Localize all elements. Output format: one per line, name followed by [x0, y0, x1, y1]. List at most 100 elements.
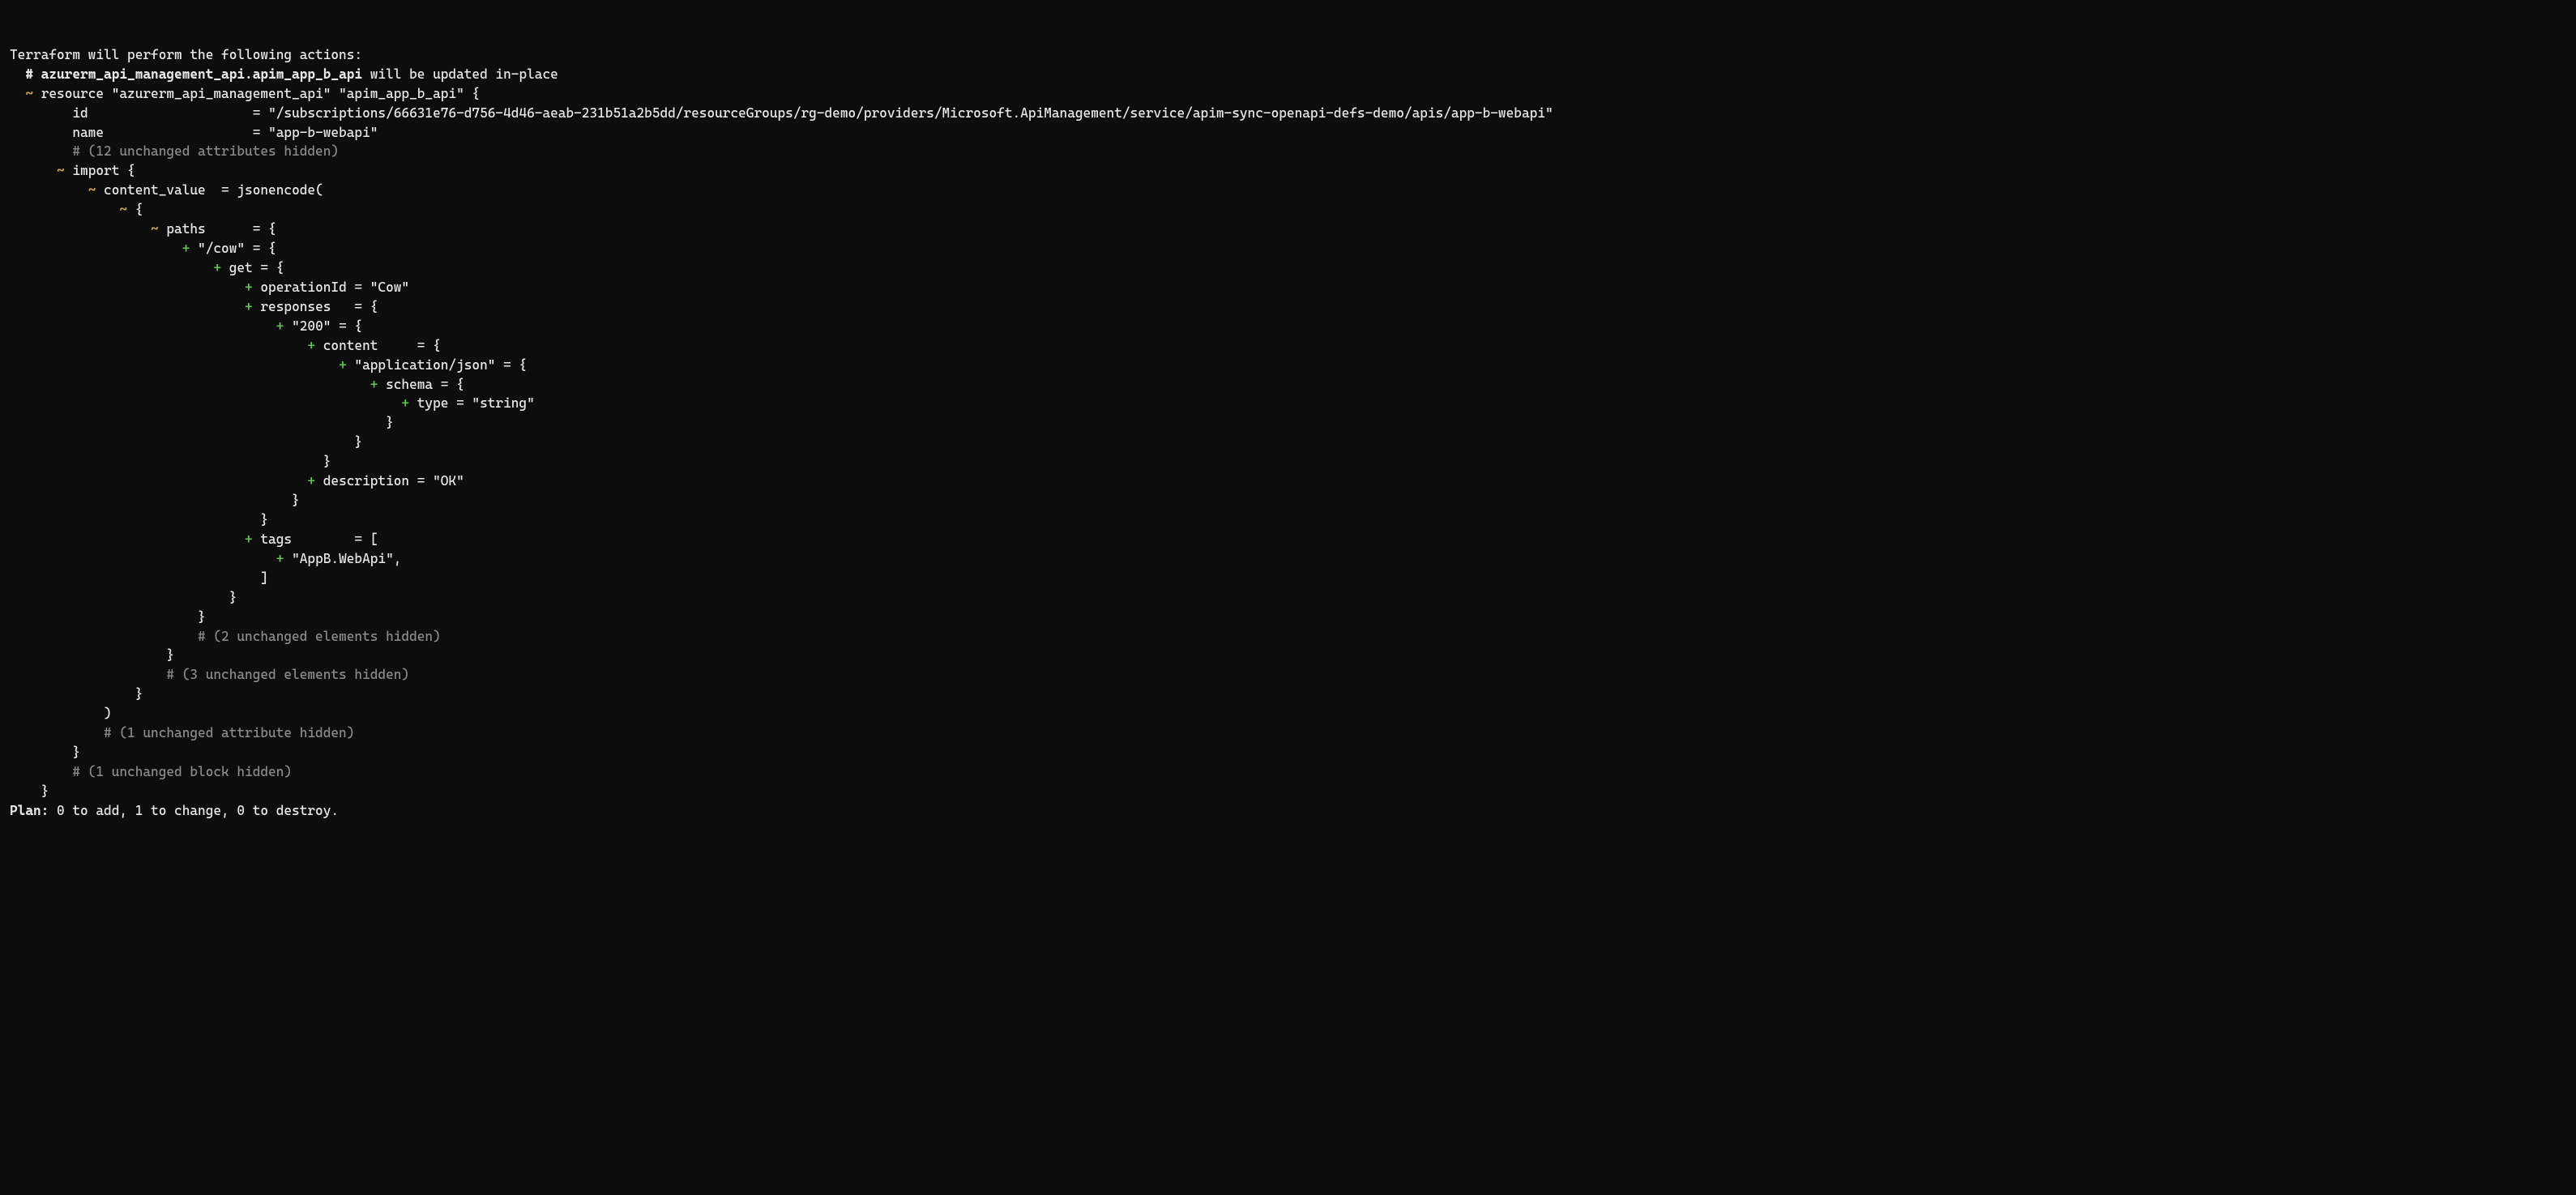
paths-key: paths = { — [166, 221, 276, 237]
name-line: name = "app-b-webapi" — [10, 123, 2566, 143]
brace-open-1: { — [135, 202, 143, 217]
close-paths: } — [166, 647, 174, 663]
elements2-line: # (2 unchanged elements hidden) — [10, 627, 2566, 647]
close-json-brace: } — [135, 686, 143, 702]
attr-1: # (1 unchanged attribute hidden) — [104, 725, 354, 740]
close-200-line: } — [10, 491, 2566, 510]
type-line: type = "string" — [417, 395, 535, 411]
resource-comment-line: # azurerm_api_management_api.apim_app_b_… — [10, 65, 2566, 84]
response-200: "200" = { — [292, 318, 362, 334]
type-line: + type = "string" — [10, 394, 2566, 413]
close-paren: ) — [104, 706, 112, 721]
block-1: # (1 unchanged block hidden) — [72, 764, 292, 779]
close-get: } — [229, 590, 237, 605]
responses-line: + responses = { — [10, 297, 2566, 317]
get-key: get = { — [229, 260, 284, 275]
id-val: "/subscriptions/66631e76-d756-4d46-aeab-… — [268, 105, 1553, 121]
block1-line: # (1 unchanged block hidden) — [10, 762, 2566, 782]
import-open: import { — [72, 163, 135, 178]
plus-type: + — [401, 395, 409, 411]
close-import: } — [72, 745, 80, 760]
close-cow-line: } — [10, 608, 2566, 627]
close-responses-line: } — [10, 510, 2566, 530]
plus-opid: + — [245, 280, 253, 295]
content-value-line: ~ content_value = jsonencode( — [10, 181, 2566, 200]
get-line: + get = { — [10, 258, 2566, 278]
app-json-key: "application/json" = { — [354, 357, 527, 373]
plus-desc: + — [307, 473, 315, 489]
id-key: id — [72, 105, 88, 121]
plus-cow: + — [182, 241, 190, 256]
close-200: } — [292, 493, 300, 508]
header-text: Terraform will perform the following act… — [10, 47, 362, 62]
close-schema: } — [386, 415, 394, 430]
cow-path: "/cow" = { — [198, 241, 276, 256]
close-schema-line: } — [10, 413, 2566, 433]
resource-comment: # azurerm_api_management_api.apim_app_b_… — [25, 66, 362, 82]
attrs-hidden-12: # (12 unchanged attributes hidden) — [72, 143, 339, 159]
content-value: content_value = jsonencode( — [104, 182, 323, 198]
plus-aj: + — [339, 357, 347, 373]
close-tags-line: ] — [10, 569, 2566, 588]
close-cow: } — [198, 609, 206, 625]
terminal-output: Terraform will perform the following act… — [10, 45, 2566, 821]
close-json-line: } — [10, 685, 2566, 704]
schema-key: schema = { — [386, 377, 464, 392]
paths-line: ~ paths = { — [10, 220, 2566, 239]
r200-line: + "200" = { — [10, 317, 2566, 336]
tag-item-line: + "AppB.WebApi", — [10, 549, 2566, 569]
tilde-b1: ~ — [119, 202, 127, 217]
elements-2: # (2 unchanged elements hidden) — [198, 629, 441, 644]
attrs-hidden-line: # (12 unchanged attributes hidden) — [10, 142, 2566, 161]
desc-line: + description = "OK" — [10, 472, 2566, 491]
close-content: } — [323, 454, 331, 469]
close-content-line: } — [10, 452, 2566, 472]
close-tags: ] — [260, 570, 268, 586]
plus-schema: + — [370, 377, 378, 392]
resource-decl: resource "azurerm_api_management_api" "a… — [41, 86, 480, 101]
tags-open: tags = [ — [260, 531, 378, 547]
tilde-paths: ~ — [151, 221, 159, 237]
close-paren-line: ) — [10, 704, 2566, 723]
close-appjson-line: } — [10, 433, 2566, 452]
tilde-cv: ~ — [88, 182, 96, 198]
plus-tagitem: + — [276, 551, 284, 566]
close-responses: } — [260, 512, 268, 527]
content-line: + content = { — [10, 336, 2566, 356]
update-note: will be updated in-place — [362, 66, 558, 82]
plan-label: Plan: — [10, 803, 49, 818]
attr1-line: # (1 unchanged attribute hidden) — [10, 723, 2566, 743]
plus-get: + — [213, 260, 221, 275]
operation-id: operationId = "Cow" — [260, 280, 409, 295]
close-resource-line: } — [10, 782, 2566, 801]
brace1-line: ~ { — [10, 200, 2566, 220]
tag-item: "AppB.WebApi", — [292, 551, 401, 566]
responses-key: responses = { — [260, 299, 378, 314]
name-key: name — [72, 125, 104, 140]
plus-tags: + — [245, 531, 253, 547]
elements-3: # (3 unchanged elements hidden) — [166, 667, 409, 682]
content-key: content = { — [323, 338, 441, 353]
import-line: ~ import { — [10, 161, 2566, 181]
resource-line: ~ resource "azurerm_api_management_api" … — [10, 84, 2566, 104]
plan-text: 0 to add, 1 to change, 0 to destroy. — [49, 803, 339, 818]
elements3-line: # (3 unchanged elements hidden) — [10, 665, 2566, 685]
plus-resp: + — [245, 299, 253, 314]
schema-line: + schema = { — [10, 375, 2566, 395]
tilde-resource: ~ — [25, 86, 33, 101]
close-import-line: } — [10, 743, 2566, 762]
plan-line: Plan: 0 to add, 1 to change, 0 to destro… — [10, 801, 2566, 821]
name-val: "app-b-webapi" — [268, 125, 378, 140]
tags-open-line: + tags = [ — [10, 530, 2566, 549]
description: description = "OK" — [323, 473, 464, 489]
close-paths-line: } — [10, 646, 2566, 665]
id-line: id = "/subscriptions/66631e76-d756-4d46-… — [10, 104, 2566, 123]
plus-200: + — [276, 318, 284, 334]
tilde-import: ~ — [57, 163, 65, 178]
appjson-line: + "application/json" = { — [10, 356, 2566, 375]
opid-line: + operationId = "Cow" — [10, 278, 2566, 297]
close-resource: } — [41, 783, 49, 799]
close-appjson: } — [354, 434, 362, 450]
plus-content: + — [307, 338, 315, 353]
header-line: Terraform will perform the following act… — [10, 45, 2566, 65]
